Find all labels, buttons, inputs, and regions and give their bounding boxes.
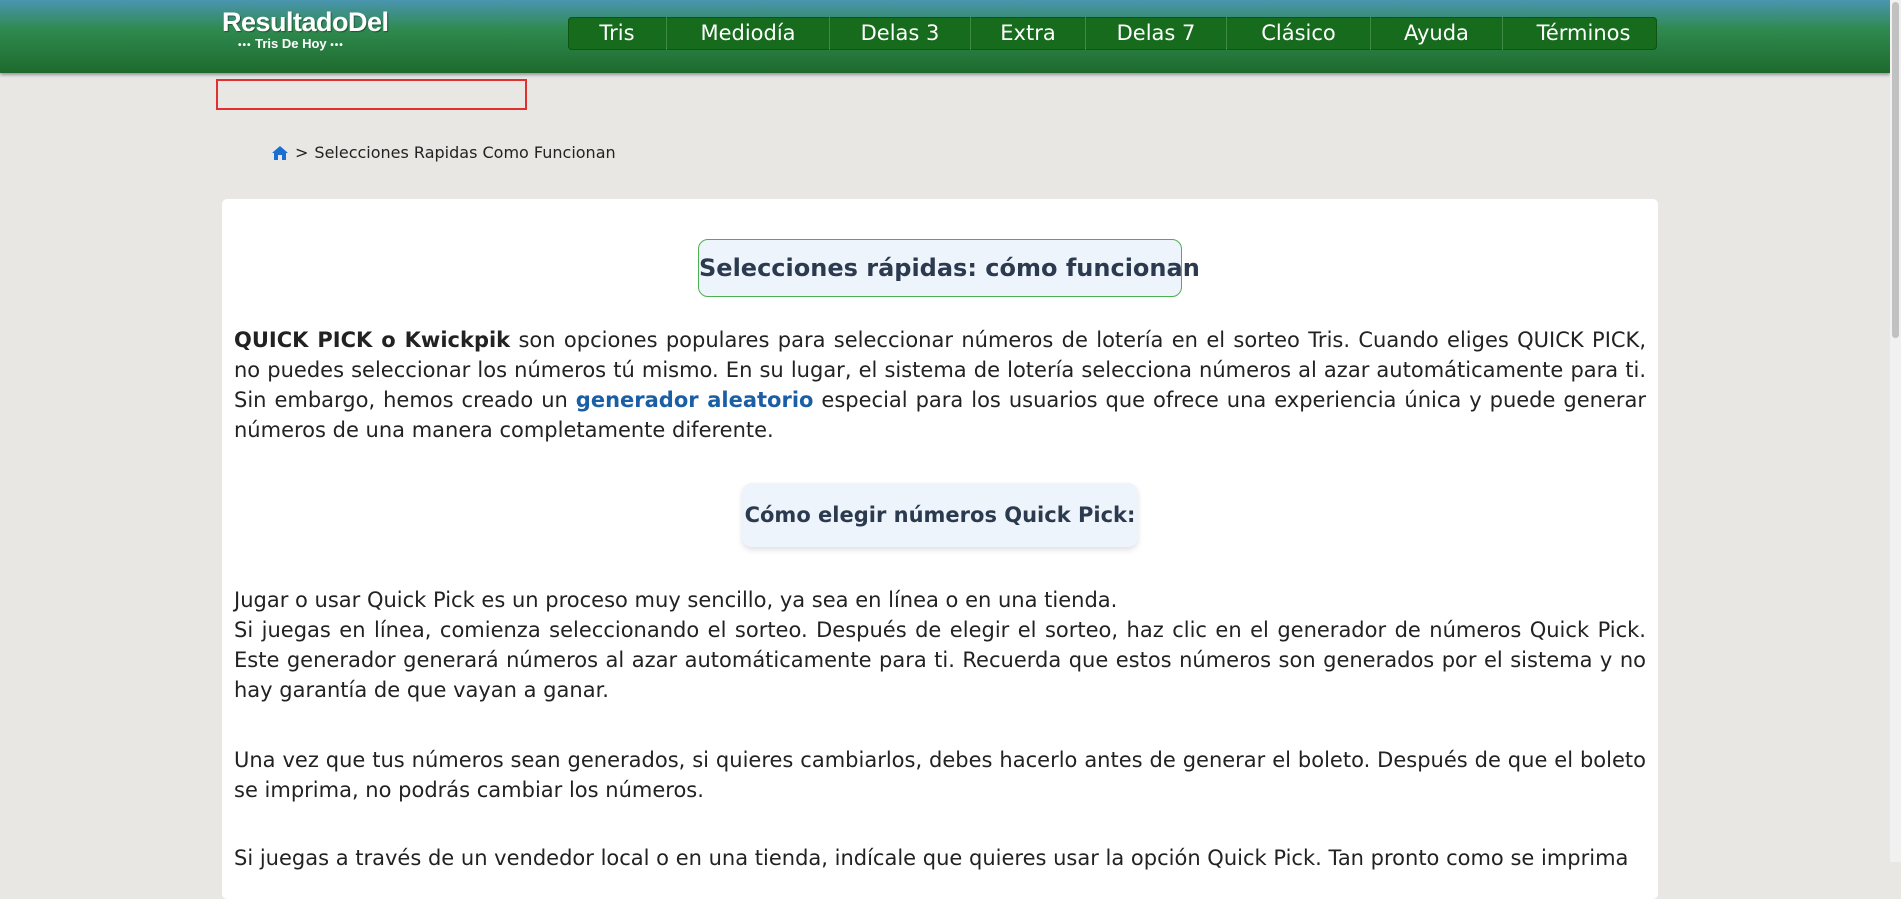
nav-item-extra[interactable]: Extra bbox=[971, 17, 1086, 50]
intro-bold: QUICK PICK o Kwickpik bbox=[234, 328, 511, 352]
main-nav: Tris Mediodía Delas 3 Extra Delas 7 Clás… bbox=[568, 17, 1657, 50]
nav-item-clasico[interactable]: Clásico bbox=[1227, 17, 1371, 50]
logo-subtitle: ••• Tris De Hoy ••• bbox=[238, 36, 344, 51]
logo-subtitle-text: Tris De Hoy bbox=[255, 36, 327, 51]
scrollbar-thumb[interactable] bbox=[1892, 2, 1899, 338]
logo-title: ResultadoDel bbox=[222, 7, 389, 37]
nav-item-delas-7[interactable]: Delas 7 bbox=[1086, 17, 1227, 50]
random-generator-link[interactable]: generador aleatorio bbox=[576, 388, 814, 412]
nav-item-terminos[interactable]: Términos bbox=[1503, 17, 1664, 50]
nav-item-mediodia[interactable]: Mediodía bbox=[667, 17, 830, 50]
paragraph-1: Jugar o usar Quick Pick es un proceso mu… bbox=[234, 585, 1646, 705]
paragraph-3: Si juegas a través de un vendedor local … bbox=[234, 846, 1629, 870]
nav-item-ayuda[interactable]: Ayuda bbox=[1371, 17, 1503, 50]
paragraph-1-line-2: Si juegas en línea, comienza seleccionan… bbox=[234, 618, 1646, 702]
paragraph-1-line-1: Jugar o usar Quick Pick es un proceso mu… bbox=[234, 588, 1118, 612]
breadcrumb-current: Selecciones Rapidas Como Funcionan bbox=[314, 143, 616, 162]
breadcrumb: > Selecciones Rapidas Como Funcionan bbox=[271, 143, 616, 162]
paragraph-2: Una vez que tus números sean generados, … bbox=[234, 748, 1646, 802]
top-header: ResultadoDel ••• Tris De Hoy ••• Tris Me… bbox=[0, 0, 1890, 73]
intro-paragraph: QUICK PICK o Kwickpik son opciones popul… bbox=[234, 325, 1646, 445]
page-title: Selecciones rápidas: cómo funcionan bbox=[698, 239, 1200, 297]
ad-placeholder bbox=[216, 79, 527, 110]
breadcrumb-separator: > bbox=[295, 143, 309, 162]
nav-item-delas-3[interactable]: Delas 3 bbox=[830, 17, 971, 50]
site-logo[interactable]: ResultadoDel ••• Tris De Hoy ••• bbox=[222, 8, 392, 58]
article-card: Selecciones rápidas: cómo funcionan QUIC… bbox=[222, 199, 1658, 899]
home-icon[interactable] bbox=[271, 145, 289, 161]
vertical-scrollbar[interactable] bbox=[1890, 0, 1901, 862]
section-subtitle: Cómo elegir números Quick Pick: bbox=[742, 483, 1138, 547]
nav-item-tris[interactable]: Tris bbox=[568, 17, 667, 50]
